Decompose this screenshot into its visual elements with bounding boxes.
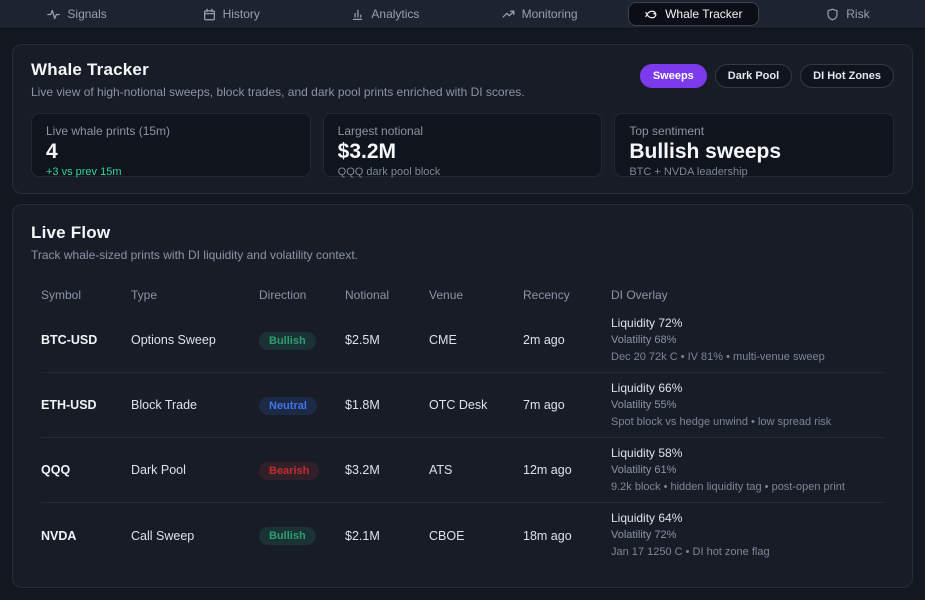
col-symbol: Symbol — [41, 288, 131, 302]
activity-icon — [47, 8, 60, 21]
direction-badge: Bullish — [259, 332, 316, 350]
row-notional: $3.2M — [345, 463, 429, 477]
col-direction: Direction — [259, 288, 345, 302]
row-symbol: NVDA — [41, 529, 131, 543]
table-row[interactable]: ETH-USD Block Trade Neutral $1.8M OTC De… — [41, 373, 884, 438]
flow-table: Symbol Type Direction Notional Venue Rec… — [31, 282, 894, 568]
direction-badge: Bullish — [259, 527, 316, 545]
tab-analytics[interactable]: Analytics — [308, 0, 462, 28]
whale-icon — [645, 8, 658, 21]
di-detail: Jan 17 1250 C • DI hot zone flag — [611, 546, 884, 560]
stat-sub: BTC + NVDA leadership — [629, 166, 879, 178]
top-navigation: Signals History Analytics Monitoring Wha… — [0, 0, 925, 29]
bar-chart-icon — [351, 8, 364, 21]
live-flow-title: Live Flow — [31, 223, 894, 243]
row-notional: $2.5M — [345, 333, 429, 347]
row-di-overlay: Liquidity 66% Volatility 55% Spot block … — [611, 381, 884, 430]
row-di-overlay: Liquidity 58% Volatility 61% 9.2k block … — [611, 446, 884, 495]
stats-row: Live whale prints (15m) 4 +3 vs prev 15m… — [31, 113, 894, 177]
tab-signals[interactable]: Signals — [0, 0, 154, 28]
shield-icon — [826, 8, 839, 21]
row-di-overlay: Liquidity 64% Volatility 72% Jan 17 1250… — [611, 511, 884, 560]
table-row[interactable]: BTC-USD Options Sweep Bullish $2.5M CME … — [41, 308, 884, 373]
row-symbol: ETH-USD — [41, 398, 131, 412]
table-row[interactable]: QQQ Dark Pool Bearish $3.2M ATS 12m ago … — [41, 438, 884, 503]
direction-badge: Bearish — [259, 462, 319, 480]
tab-label: Monitoring — [522, 7, 578, 21]
direction-badge: Neutral — [259, 397, 317, 415]
stat-label: Top sentiment — [629, 124, 879, 138]
col-venue: Venue — [429, 288, 523, 302]
tab-risk[interactable]: Risk — [771, 0, 925, 28]
stat-sub: QQQ dark pool block — [338, 166, 588, 178]
row-type: Options Sweep — [131, 333, 259, 347]
tab-history[interactable]: History — [154, 0, 308, 28]
col-notional: Notional — [345, 288, 429, 302]
tab-monitoring[interactable]: Monitoring — [463, 0, 617, 28]
row-venue: OTC Desk — [429, 398, 523, 412]
row-notional: $1.8M — [345, 398, 429, 412]
row-venue: CBOE — [429, 529, 523, 543]
di-detail: Dec 20 72k C • IV 81% • multi-venue swee… — [611, 351, 884, 365]
row-venue: ATS — [429, 463, 523, 477]
tab-label: History — [223, 7, 260, 21]
row-recency: 12m ago — [523, 463, 611, 477]
filter-di-hot-zones[interactable]: DI Hot Zones — [800, 64, 894, 88]
di-detail: Spot block vs hedge unwind • low spread … — [611, 416, 884, 430]
row-symbol: BTC-USD — [41, 333, 131, 347]
di-liquidity: Liquidity 58% — [611, 446, 884, 461]
di-liquidity: Liquidity 66% — [611, 381, 884, 396]
table-row[interactable]: NVDA Call Sweep Bullish $2.1M CBOE 18m a… — [41, 503, 884, 568]
col-recency: Recency — [523, 288, 611, 302]
stat-live-whale-prints: Live whale prints (15m) 4 +3 vs prev 15m — [31, 113, 311, 177]
row-di-overlay: Liquidity 72% Volatility 68% Dec 20 72k … — [611, 316, 884, 365]
row-symbol: QQQ — [41, 463, 131, 477]
stat-value: 4 — [46, 140, 296, 164]
col-di-overlay: DI Overlay — [611, 288, 884, 302]
stat-label: Largest notional — [338, 124, 588, 138]
tab-label: Analytics — [371, 7, 419, 21]
whale-tracker-panel: Whale Tracker Live view of high-notional… — [12, 44, 913, 194]
filter-sweeps[interactable]: Sweeps — [640, 64, 707, 88]
stat-value: $3.2M — [338, 140, 588, 164]
tab-whale-tracker[interactable]: Whale Tracker — [617, 0, 771, 28]
stat-largest-notional: Largest notional $3.2M QQQ dark pool blo… — [323, 113, 603, 177]
row-venue: CME — [429, 333, 523, 347]
stat-label: Live whale prints (15m) — [46, 124, 296, 138]
di-volatility: Volatility 72% — [611, 529, 884, 543]
calendar-icon — [203, 8, 216, 21]
live-flow-panel: Live Flow Track whale-sized prints with … — [12, 204, 913, 588]
tab-label: Risk — [846, 7, 869, 21]
row-type: Block Trade — [131, 398, 259, 412]
stat-delta: +3 vs prev 15m — [46, 166, 296, 178]
di-detail: 9.2k block • hidden liquidity tag • post… — [611, 481, 884, 495]
flow-table-body: BTC-USD Options Sweep Bullish $2.5M CME … — [41, 308, 884, 568]
page-title: Whale Tracker — [31, 60, 525, 80]
di-liquidity: Liquidity 64% — [611, 511, 884, 526]
di-volatility: Volatility 61% — [611, 464, 884, 478]
filter-dark-pool[interactable]: Dark Pool — [715, 64, 792, 88]
live-flow-subtitle: Track whale-sized prints with DI liquidi… — [31, 248, 894, 262]
col-type: Type — [131, 288, 259, 302]
trending-up-icon — [502, 8, 515, 21]
tab-label: Signals — [67, 7, 106, 21]
row-recency: 7m ago — [523, 398, 611, 412]
row-type: Call Sweep — [131, 529, 259, 543]
row-type: Dark Pool — [131, 463, 259, 477]
row-recency: 2m ago — [523, 333, 611, 347]
di-volatility: Volatility 55% — [611, 399, 884, 413]
stat-value: Bullish sweeps — [629, 140, 879, 164]
filter-pill-group: Sweeps Dark Pool DI Hot Zones — [640, 64, 894, 88]
di-liquidity: Liquidity 72% — [611, 316, 884, 331]
di-volatility: Volatility 68% — [611, 334, 884, 348]
tab-label: Whale Tracker — [665, 7, 742, 21]
row-recency: 18m ago — [523, 529, 611, 543]
page-subtitle: Live view of high-notional sweeps, block… — [31, 85, 525, 99]
stat-top-sentiment: Top sentiment Bullish sweeps BTC + NVDA … — [614, 113, 894, 177]
row-notional: $2.1M — [345, 529, 429, 543]
flow-table-header: Symbol Type Direction Notional Venue Rec… — [41, 282, 884, 308]
